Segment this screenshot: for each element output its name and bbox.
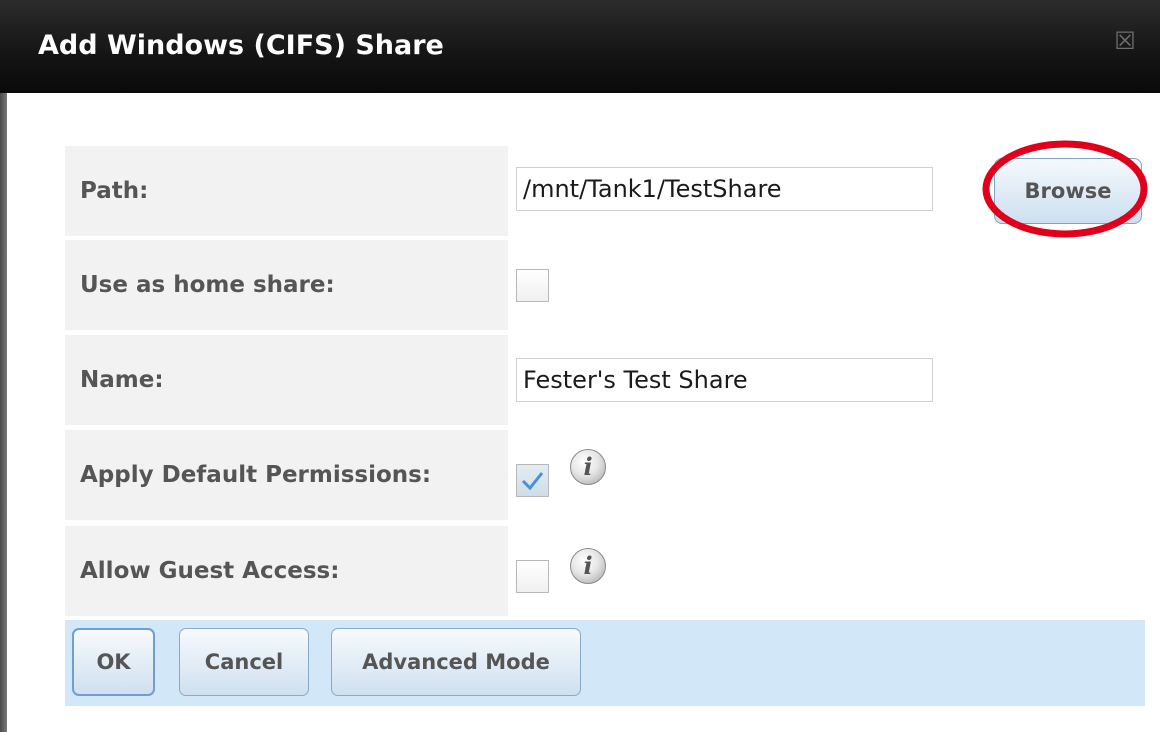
guest-access-checkbox[interactable] [516, 560, 549, 593]
dialog-title: Add Windows (CIFS) Share [38, 30, 444, 61]
advanced-mode-button[interactable]: Advanced Mode [331, 628, 581, 696]
name-input[interactable] [516, 358, 933, 402]
guest-access-label-cell: Allow Guest Access: [65, 526, 508, 616]
home-share-label-cell: Use as home share: [65, 240, 508, 330]
info-icon[interactable]: i [570, 548, 606, 584]
info-icon[interactable]: i [570, 449, 606, 485]
ok-button[interactable]: OK [72, 628, 155, 696]
home-share-checkbox[interactable] [516, 269, 549, 302]
name-label-cell: Name: [65, 335, 508, 425]
checkmark-icon [521, 472, 544, 491]
path-label: Path: [80, 178, 149, 204]
dialog-left-border [0, 93, 7, 732]
dialog-titlebar[interactable]: Add Windows (CIFS) Share ☒ [0, 0, 1160, 93]
red-highlight-circle [982, 140, 1148, 238]
guest-access-label: Allow Guest Access: [80, 558, 340, 584]
default-permissions-checkbox[interactable] [516, 464, 549, 497]
name-label: Name: [80, 367, 164, 393]
home-share-label: Use as home share: [80, 272, 335, 298]
add-cifs-share-dialog: Add Windows (CIFS) Share ☒ Path: Browse … [0, 0, 1160, 732]
path-label-cell: Path: [65, 146, 508, 236]
close-icon[interactable]: ☒ [1114, 29, 1136, 53]
cancel-button[interactable]: Cancel [179, 628, 309, 696]
default-permissions-label: Apply Default Permissions: [80, 462, 432, 488]
path-input[interactable] [516, 167, 933, 211]
default-permissions-label-cell: Apply Default Permissions: [65, 430, 508, 520]
